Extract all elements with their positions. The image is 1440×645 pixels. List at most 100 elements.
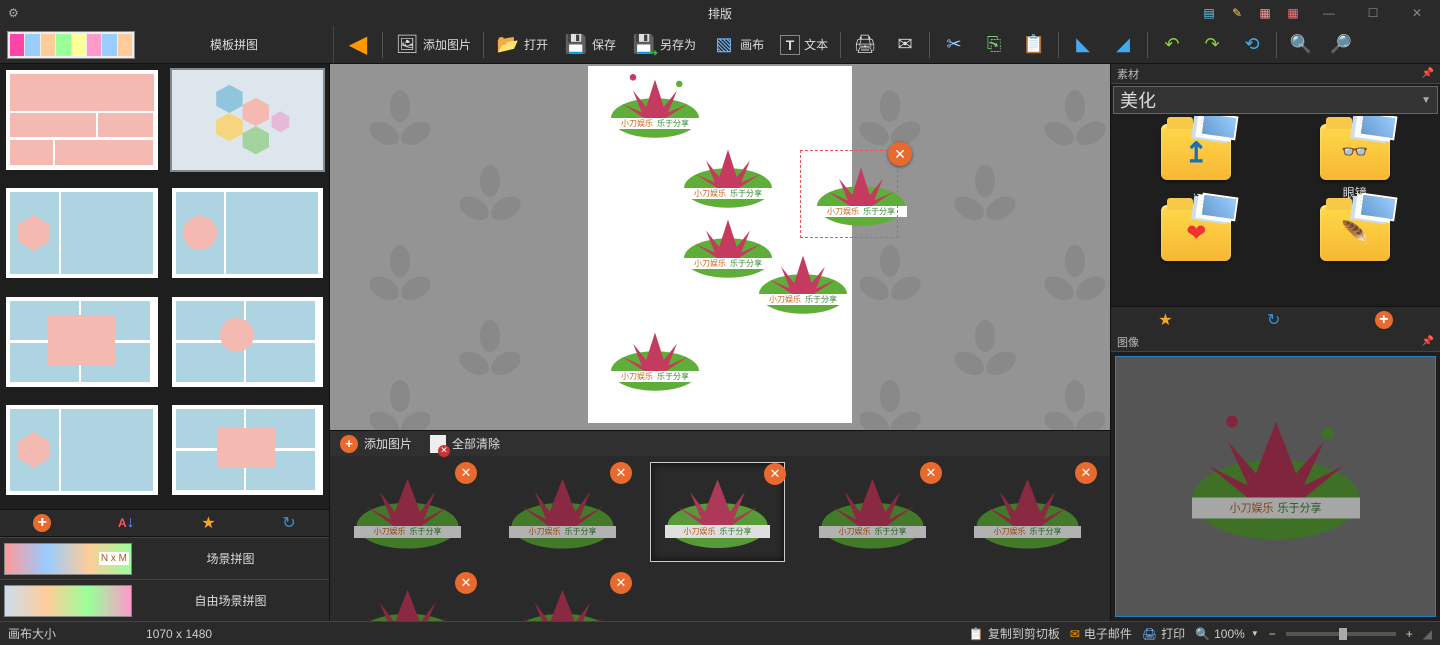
tray-delete-icon[interactable]: ✕ xyxy=(455,462,477,484)
assets-refresh-icon[interactable]: ↻ xyxy=(1267,310,1280,330)
assets-category-select[interactable]: 美化▼ xyxy=(1113,86,1438,114)
titlebar-note-icon[interactable]: ▤ xyxy=(1198,4,1220,22)
tray-delete-icon[interactable]: ✕ xyxy=(1075,462,1097,484)
save-button[interactable]: 💾保存 xyxy=(558,30,622,60)
minimize-button[interactable]: — xyxy=(1310,1,1348,25)
tray-item[interactable]: ✕ xyxy=(495,572,630,621)
assets-grid: ↥.. 👓眼镜 ❤ 🪶 xyxy=(1111,116,1440,273)
assets-panel-header[interactable]: 素材📌 xyxy=(1111,64,1440,84)
image-preview[interactable]: 小刀娱乐乐于分享 xyxy=(1115,356,1436,617)
page-canvas[interactable]: 小刀娱乐乐于分享 小刀娱乐乐于分享 小刀娱乐乐于分享 小刀娱乐乐于分享 小刀娱乐… xyxy=(588,66,852,423)
text-button[interactable]: T文本 xyxy=(774,30,834,60)
hexagon-pattern-icon xyxy=(203,76,291,164)
chevron-down-icon: ▼ xyxy=(1251,629,1259,638)
chevron-down-icon: ▼ xyxy=(1421,95,1431,106)
tray-item-selected[interactable]: 小刀娱乐乐于分享✕ xyxy=(650,462,785,562)
app-gear-icon: ⚙ xyxy=(8,6,19,20)
tray-delete-icon[interactable]: ✕ xyxy=(920,462,942,484)
tray-delete-icon[interactable]: ✕ xyxy=(764,463,786,485)
tray-item[interactable]: ✕ xyxy=(340,572,475,621)
tray-delete-icon[interactable]: ✕ xyxy=(455,572,477,594)
close-button[interactable]: ✕ xyxy=(1398,1,1436,25)
titlebar-grid-icon[interactable]: ▦ xyxy=(1282,4,1304,22)
status-canvas-size-label: 画布大小 xyxy=(8,625,56,642)
assets-favorite-icon[interactable]: ★ xyxy=(1158,310,1172,330)
status-zoom-in[interactable]: + xyxy=(1406,627,1413,641)
tray-item[interactable]: 小刀娱乐乐于分享✕ xyxy=(960,462,1095,562)
delete-selected-button[interactable]: ✕ xyxy=(888,142,912,166)
template-thumb[interactable] xyxy=(6,405,158,495)
asset-folder-glasses[interactable]: 👓眼镜 xyxy=(1278,124,1433,201)
zoom-out-button[interactable]: 🔎 xyxy=(1323,30,1359,60)
scene-collage-tab[interactable]: N x M 场景拼图 xyxy=(0,537,329,579)
template-thumb-selected[interactable] xyxy=(172,70,324,170)
titlebar-pencil-icon[interactable]: ✎ xyxy=(1226,4,1248,22)
flip-v-button[interactable]: ◢ xyxy=(1105,30,1141,60)
rotate-left-button[interactable]: ↶ xyxy=(1154,30,1190,60)
pin-icon[interactable]: 📌 xyxy=(1422,336,1434,347)
tray-add-image-button[interactable]: +添加图片 xyxy=(340,435,412,453)
tray-delete-icon[interactable]: ✕ xyxy=(610,462,632,484)
canvas-area[interactable]: 小刀娱乐乐于分享 小刀娱乐乐于分享 小刀娱乐乐于分享 小刀娱乐乐于分享 小刀娱乐… xyxy=(330,64,1110,430)
left-panel: + A↓ ★ ↻ N x M 场景拼图 自由场景拼图 xyxy=(0,64,330,621)
assets-add-icon[interactable]: + xyxy=(1375,311,1393,329)
tray-item[interactable]: 小刀娱乐乐于分享✕ xyxy=(805,462,940,562)
template-thumb[interactable] xyxy=(6,188,158,278)
zoom-slider[interactable] xyxy=(1286,632,1396,636)
main-toolbar: 模板拼图 ◀ 🖼添加图片 📂打开 💾保存 💾➜另存为 ▧画布 T文本 🖨 ✉ ✂… xyxy=(0,26,1440,64)
template-refresh-icon[interactable]: ↻ xyxy=(282,513,295,533)
save-as-button[interactable]: 💾➜另存为 xyxy=(626,30,702,60)
placed-image[interactable]: 小刀娱乐乐于分享 xyxy=(748,244,858,322)
template-sort-az-icon[interactable]: A↓ xyxy=(118,514,135,532)
template-thumb[interactable] xyxy=(172,297,324,387)
copy-button[interactable]: ⎘ xyxy=(976,30,1012,60)
right-panel: 素材📌 美化▼ ↥.. 👓眼镜 ❤ 🪶 ★ ↻ + 图像📌 小刀娱乐乐于分享 xyxy=(1110,64,1440,621)
template-thumb[interactable] xyxy=(172,188,324,278)
status-clipboard-button[interactable]: 📋复制到剪切板 xyxy=(969,625,1060,642)
asset-folder-up[interactable]: ↥.. xyxy=(1119,124,1274,201)
flip-h-button[interactable]: ◣ xyxy=(1065,30,1101,60)
placed-image[interactable]: 小刀娱乐乐于分享 xyxy=(600,321,710,399)
placed-image[interactable]: 小刀娱乐乐于分享 xyxy=(600,68,710,146)
email-button[interactable]: ✉ xyxy=(887,30,923,60)
paste-button[interactable]: 📋 xyxy=(1016,30,1052,60)
pin-icon[interactable]: 📌 xyxy=(1422,68,1434,79)
rotate-right-button[interactable]: ↷ xyxy=(1194,30,1230,60)
template-thumb[interactable] xyxy=(6,297,158,387)
canvas-button[interactable]: ▧画布 xyxy=(706,30,770,60)
status-resize-grip[interactable]: ◢ xyxy=(1423,627,1432,641)
status-zoom-out[interactable]: − xyxy=(1269,627,1276,641)
status-print-button[interactable]: 🖨打印 xyxy=(1142,625,1185,642)
template-favorite-icon[interactable]: ★ xyxy=(201,513,215,533)
rotate-free-button[interactable]: ⟲ xyxy=(1234,30,1270,60)
placed-image[interactable]: 小刀娱乐乐于分享 xyxy=(673,138,783,216)
open-button[interactable]: 📂打开 xyxy=(490,30,554,60)
print-button[interactable]: 🖨 xyxy=(847,30,883,60)
maximize-button[interactable]: ☐ xyxy=(1354,1,1392,25)
preview-content: 小刀娱乐乐于分享 xyxy=(1176,404,1376,554)
tray-item[interactable]: 小刀娱乐乐于分享✕ xyxy=(495,462,630,562)
add-image-button[interactable]: 🖼添加图片 xyxy=(389,30,477,60)
template-mode-thumb[interactable] xyxy=(7,31,135,59)
template-add-icon[interactable]: + xyxy=(33,514,51,532)
tray-clear-all-button[interactable]: ✕全部清除 xyxy=(430,435,500,453)
asset-folder-feather[interactable]: 🪶 xyxy=(1278,205,1433,265)
back-button[interactable]: ◀ xyxy=(340,30,376,60)
template-grid xyxy=(0,64,329,509)
template-mode-label: 模板拼图 xyxy=(135,36,333,53)
tray-item[interactable]: 小刀娱乐乐于分享✕ xyxy=(340,462,475,562)
title-bar: ⚙ 排版 ▤ ✎ ▦ ▦ — ☐ ✕ xyxy=(0,0,1440,26)
asset-folder-heart[interactable]: ❤ xyxy=(1119,205,1274,265)
tray-delete-icon[interactable]: ✕ xyxy=(610,572,632,594)
titlebar-palette-icon[interactable]: ▦ xyxy=(1254,4,1276,22)
status-email-button[interactable]: ✉电子邮件 xyxy=(1070,625,1132,642)
status-zoom-display[interactable]: 🔍100%▼ xyxy=(1195,627,1259,641)
template-thumb[interactable] xyxy=(172,405,324,495)
template-thumb[interactable] xyxy=(6,70,158,170)
image-panel-header[interactable]: 图像📌 xyxy=(1111,332,1440,352)
cut-button[interactable]: ✂ xyxy=(936,30,972,60)
selection-frame[interactable] xyxy=(800,150,898,238)
center-panel: 小刀娱乐乐于分享 小刀娱乐乐于分享 小刀娱乐乐于分享 小刀娱乐乐于分享 小刀娱乐… xyxy=(330,64,1110,621)
free-scene-collage-tab[interactable]: 自由场景拼图 xyxy=(0,579,329,621)
zoom-in-button[interactable]: 🔍 xyxy=(1283,30,1319,60)
